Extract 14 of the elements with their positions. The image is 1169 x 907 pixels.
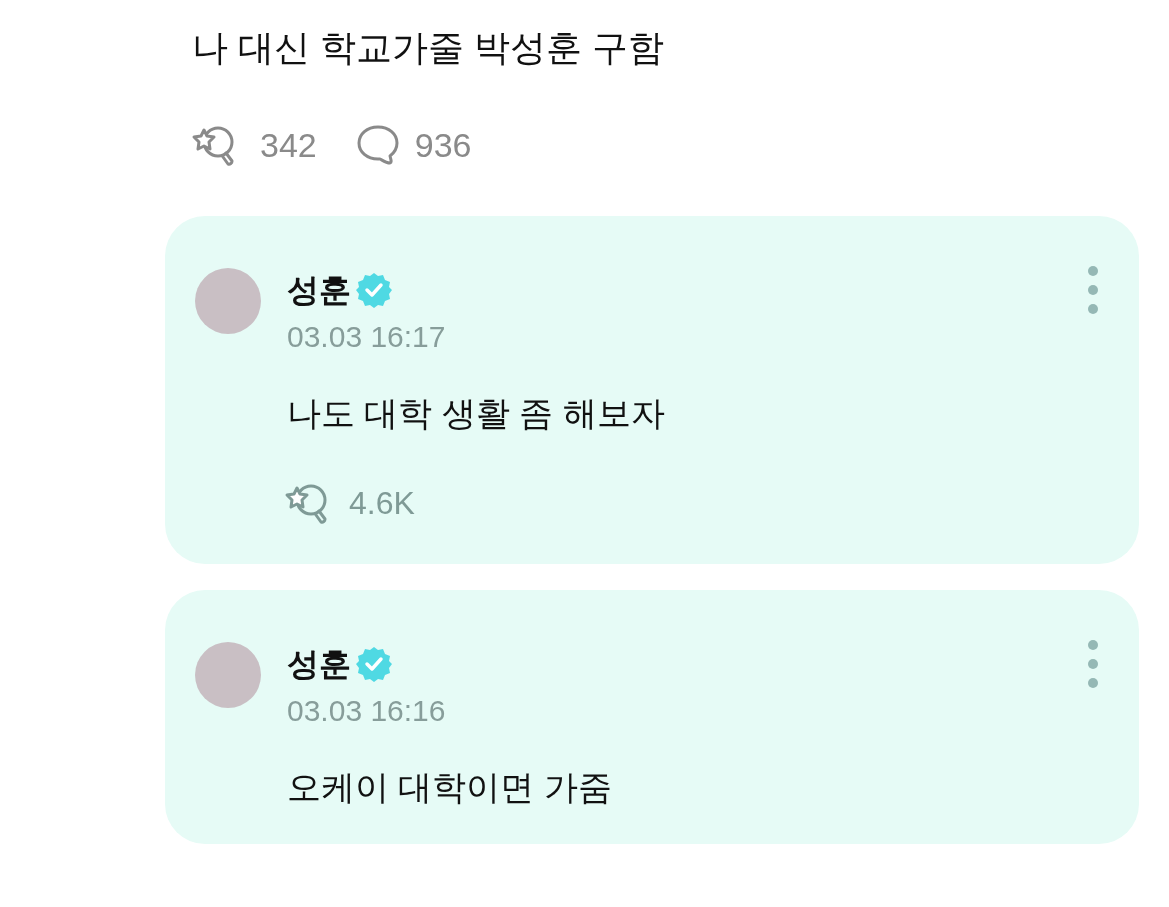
more-options-icon[interactable] [1087,265,1099,315]
reaction-count: 4.6K [349,487,415,519]
author-name[interactable]: 성훈 [287,274,351,306]
timestamp: 03.03 16:17 [287,322,446,352]
reaction-count: 342 [260,128,317,162]
post-text: 나 대신 학교가줄 박성훈 구함 [192,30,665,66]
author-name[interactable]: 성훈 [287,648,351,680]
reply-text: 오케이 대학이면 가줌 [287,770,612,804]
reply-text: 나도 대학 생활 좀 해보자 [287,396,665,430]
verified-badge-icon [355,271,393,309]
comment-count: 936 [414,128,472,162]
verified-badge-icon [355,645,393,683]
timestamp: 03.03 16:16 [287,696,446,726]
more-options-icon[interactable] [1087,639,1099,689]
